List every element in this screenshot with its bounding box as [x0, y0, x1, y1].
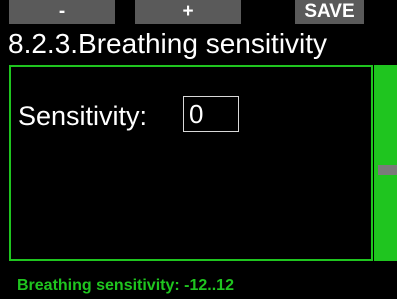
- page-title: 8.2.3.Breathing sensitivity: [8, 28, 328, 59]
- scrollbar[interactable]: [374, 65, 397, 261]
- increase-button[interactable]: +: [135, 0, 241, 24]
- scrollbar-thumb[interactable]: [378, 165, 397, 175]
- settings-panel: [9, 65, 373, 261]
- sensitivity-field[interactable]: 0: [183, 96, 239, 132]
- decrease-button[interactable]: -: [9, 0, 115, 24]
- sensitivity-value: 0: [189, 99, 204, 129]
- softkey-bar: - + SAVE: [0, 0, 397, 24]
- status-range-text: Breathing sensitivity: -12..12: [17, 277, 234, 294]
- sensitivity-label: Sensitivity:: [18, 101, 148, 131]
- save-button[interactable]: SAVE: [295, 0, 364, 24]
